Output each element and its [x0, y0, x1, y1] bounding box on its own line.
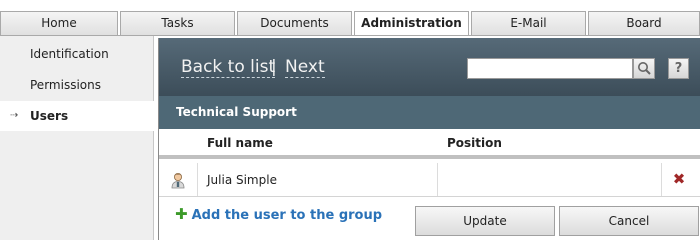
sidebar-item-permissions[interactable]: Permissions — [0, 70, 154, 100]
help-icon: ? — [674, 61, 683, 76]
cell-full-name: Julia Simple — [207, 173, 277, 187]
cell-divider — [437, 163, 438, 196]
sidebar-item-label: Identification — [30, 47, 109, 61]
tab-documents[interactable]: Documents — [237, 11, 352, 35]
search-icon — [638, 62, 651, 75]
cancel-button[interactable]: Cancel — [559, 206, 699, 236]
tab-board[interactable]: Board — [588, 11, 700, 35]
table-row[interactable]: Julia Simple ✖ — [159, 163, 700, 197]
next-link[interactable]: Next — [285, 57, 325, 78]
sidebar-item-users[interactable]: ⇢ Users — [0, 101, 154, 131]
tab-home[interactable]: Home — [0, 11, 118, 35]
search-button[interactable] — [633, 58, 655, 79]
tab-email[interactable]: E-Mail — [471, 11, 586, 35]
cell-divider — [197, 163, 198, 196]
sidebar-item-label: Permissions — [30, 78, 101, 92]
main-tab-bar: Home Tasks Documents Administration E-Ma… — [0, 0, 700, 36]
column-header-full-name: Full name — [207, 136, 273, 150]
delete-icon[interactable]: ✖ — [671, 171, 687, 187]
table-header: Full name Position — [159, 129, 700, 159]
sidebar-item-label: Users — [30, 109, 69, 123]
tab-administration[interactable]: Administration — [354, 11, 469, 36]
plus-icon: ✚ — [175, 205, 188, 223]
cell-divider — [661, 163, 662, 196]
group-title: Technical Support — [159, 96, 700, 129]
user-icon — [169, 171, 187, 192]
column-header-position: Position — [447, 136, 502, 150]
arrow-right-icon: ⇢ — [10, 110, 19, 121]
update-button[interactable]: Update — [415, 206, 555, 236]
sidebar: Identification Permissions ⇢ Users — [0, 36, 154, 240]
back-to-list-link[interactable]: Back to list — [181, 57, 276, 78]
help-button[interactable]: ? — [668, 58, 689, 79]
tab-tasks[interactable]: Tasks — [120, 11, 235, 35]
search-input[interactable] — [467, 58, 633, 79]
add-user-link[interactable]: ✚ Add the user to the group — [175, 205, 382, 225]
link-separator: | — [271, 57, 277, 77]
panel-header: Back to list | Next ? — [159, 38, 700, 96]
main-panel: Back to list | Next ? Technical Support … — [158, 38, 700, 240]
sidebar-item-identification[interactable]: Identification — [0, 39, 154, 69]
add-user-label: Add the user to the group — [191, 208, 383, 223]
